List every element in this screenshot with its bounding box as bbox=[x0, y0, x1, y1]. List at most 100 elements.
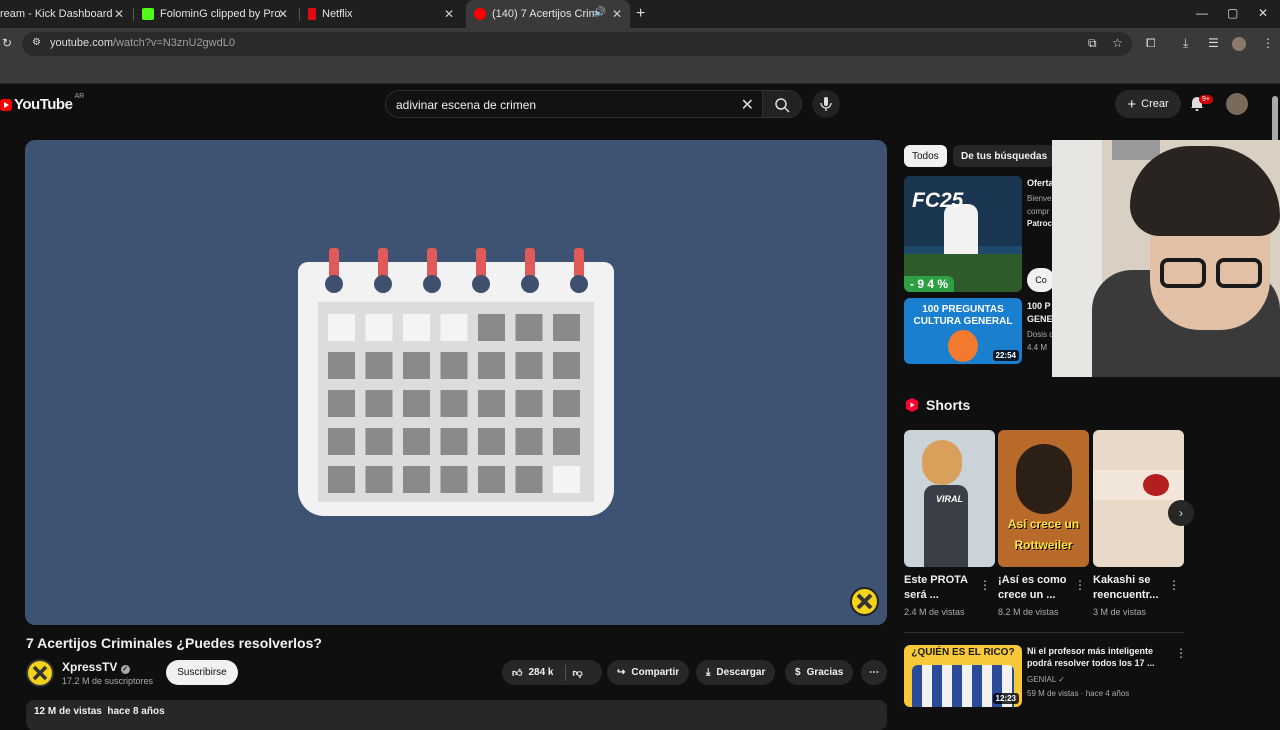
calendar-day-cell bbox=[403, 352, 430, 379]
like-button[interactable]: 👍︎ 284 k bbox=[512, 667, 553, 679]
more-icon[interactable]: ⋮ bbox=[1168, 578, 1180, 592]
more-icon: ⋯ bbox=[869, 667, 879, 678]
tab-folominG-clip[interactable]: FolominG clipped by ProfCalito ✕ bbox=[134, 0, 296, 28]
extensions-icon[interactable]: ⧠ bbox=[1146, 36, 1156, 51]
calendar-day-cell bbox=[553, 466, 580, 493]
address-bar[interactable]: ⚙ youtube.com/watch?v=N3znU2gwdL0 ⧉ ☆ bbox=[22, 32, 1132, 56]
short-views: 3 M de vistas bbox=[1093, 607, 1147, 617]
site-info-icon[interactable]: ⚙ bbox=[32, 37, 41, 48]
calendar-day-cell bbox=[365, 466, 393, 493]
menu-kebab-icon[interactable]: ⋮ bbox=[1262, 36, 1274, 50]
short-title[interactable]: Este PROTA será ... bbox=[904, 573, 976, 603]
profile-avatar[interactable] bbox=[1232, 37, 1246, 51]
character-hair bbox=[922, 440, 962, 485]
close-icon[interactable]: ✕ bbox=[278, 7, 288, 21]
maximize-icon[interactable]: ▢ bbox=[1227, 6, 1238, 20]
calendar-day-cell bbox=[440, 428, 468, 455]
calendar-day-cell bbox=[403, 390, 430, 417]
recommended-thumbnail-fc25[interactable]: FC25 - 9 4 % bbox=[904, 176, 1022, 292]
tab-youtube-active[interactable]: (140) 7 Acertijos Criminales 🔊 ✕ bbox=[466, 0, 630, 28]
short-thumbnail-3[interactable] bbox=[1093, 430, 1184, 567]
divider bbox=[565, 664, 567, 681]
install-app-icon[interactable]: ⧉ bbox=[1088, 36, 1097, 51]
glasses-left bbox=[1160, 258, 1206, 288]
recommended-views: 59 M de vistas · hace 4 años bbox=[1027, 689, 1130, 698]
recommended-title[interactable]: Oferta bbox=[1027, 177, 1054, 189]
channel-watermark-logo[interactable] bbox=[850, 587, 879, 616]
chip-todos[interactable]: Todos bbox=[904, 145, 947, 167]
more-icon[interactable]: ⋮ bbox=[1074, 578, 1086, 592]
thumbnail-overlay-text: VIRAL bbox=[936, 494, 963, 504]
account-avatar[interactable] bbox=[1226, 93, 1248, 115]
youtube-logo[interactable]: YouTube AR bbox=[0, 93, 84, 113]
close-icon[interactable]: ✕ bbox=[114, 7, 124, 21]
url-text: youtube.com/watch?v=N3znU2gwdL0 bbox=[50, 37, 235, 49]
short-thumbnail-2[interactable]: Así crece un Rottweiler bbox=[998, 430, 1089, 567]
more-icon[interactable]: ⋮ bbox=[1175, 646, 1187, 660]
download-icon: ⤓ bbox=[706, 667, 711, 678]
video-player[interactable] bbox=[25, 140, 887, 625]
verified-icon: ✓ bbox=[120, 665, 130, 674]
tab-title: (140) 7 Acertijos Criminales bbox=[492, 8, 597, 20]
character-figure bbox=[948, 330, 978, 362]
recommended-thumbnail-preguntas[interactable]: 100 PREGUNTAS CULTURA GENERAL 22:54 bbox=[904, 298, 1022, 364]
search-input[interactable]: adivinar escena de crimen ✕ bbox=[385, 90, 763, 118]
more-actions-button[interactable]: ⋯ bbox=[861, 660, 887, 685]
search-button[interactable] bbox=[762, 90, 802, 118]
channel-name[interactable]: XpressTV ✓ bbox=[62, 660, 130, 674]
subscribe-button[interactable]: Suscribirse bbox=[166, 660, 238, 685]
tab-netflix[interactable]: Netflix ✕ bbox=[300, 0, 462, 28]
dislike-button[interactable]: 👎︎ bbox=[572, 667, 582, 679]
video-title: 7 Acertijos Criminales ¿Puedes resolverl… bbox=[26, 635, 322, 651]
tab-kick-dashboard[interactable]: ream - Kick Dashboard ✕ bbox=[0, 0, 132, 28]
download-icon[interactable]: ⤓ bbox=[1183, 36, 1188, 51]
ad-cta-button[interactable]: Co bbox=[1027, 268, 1055, 292]
create-button[interactable]: + Crear bbox=[1115, 90, 1181, 118]
calendar-day-cell bbox=[403, 466, 430, 493]
speaker-icon[interactable]: 🔊 bbox=[594, 7, 606, 18]
short-title[interactable]: Kakashi se reencuentr... bbox=[1093, 573, 1165, 603]
reload-icon[interactable]: ↻ bbox=[2, 36, 12, 50]
search-query-text: adivinar escena de crimen bbox=[396, 98, 537, 112]
share-button[interactable]: ↪ Compartir bbox=[607, 660, 690, 685]
plus-icon: + bbox=[1127, 95, 1137, 113]
bookmark-star-icon[interactable]: ☆ bbox=[1112, 36, 1123, 50]
new-tab-button[interactable]: + bbox=[636, 5, 645, 23]
recommended-meta: compr bbox=[1027, 207, 1050, 216]
recommended-title[interactable]: Ni el profesor más inteligente podrá res… bbox=[1027, 645, 1167, 669]
minimize-icon[interactable]: — bbox=[1196, 6, 1208, 20]
calendar-day-cell bbox=[440, 390, 468, 417]
recommended-title[interactable]: 100 P bbox=[1027, 300, 1051, 312]
chip-de-tus-busquedas[interactable]: De tus búsquedas bbox=[953, 145, 1056, 167]
shorts-next-button[interactable]: › bbox=[1168, 500, 1194, 526]
description-box[interactable]: 12 M de vistas hace 8 años bbox=[26, 700, 887, 730]
thanks-label: Gracias bbox=[806, 667, 844, 678]
tab-title: Netflix bbox=[322, 8, 353, 20]
microphone-icon bbox=[820, 97, 832, 111]
toolbar: ↻ ⚙ youtube.com/watch?v=N3znU2gwdL0 ⧉ ☆ … bbox=[0, 28, 1280, 60]
calendar-day-cell bbox=[478, 390, 505, 417]
create-label: Crear bbox=[1141, 98, 1169, 110]
voice-search-button[interactable] bbox=[812, 90, 840, 118]
channel-avatar[interactable] bbox=[26, 659, 54, 687]
youtube-play-icon bbox=[0, 98, 12, 111]
page-scrollbar[interactable] bbox=[1272, 96, 1278, 142]
download-button[interactable]: ⤓ Descargar bbox=[696, 660, 776, 685]
close-window-icon[interactable]: ✕ bbox=[1258, 6, 1268, 20]
recommended-thumbnail-genial[interactable]: ¿QUIÉN ES EL RICO? 12:23 bbox=[904, 645, 1022, 707]
tab-title: ream - Kick Dashboard bbox=[0, 8, 113, 20]
calendar-day-cell bbox=[515, 466, 543, 493]
calendar-day-cell bbox=[365, 428, 393, 455]
short-title[interactable]: ¡Así es como crece un ... bbox=[998, 573, 1070, 603]
upload-age: hace 8 años bbox=[107, 706, 165, 717]
more-icon[interactable]: ⋮ bbox=[979, 578, 991, 592]
calendar-day-cell bbox=[478, 352, 505, 379]
close-icon[interactable]: ✕ bbox=[612, 7, 622, 21]
thanks-button[interactable]: $ Gracias bbox=[785, 660, 854, 685]
calendar-day-cell bbox=[440, 314, 468, 341]
close-icon[interactable]: ✕ bbox=[444, 7, 454, 21]
media-control-icon[interactable]: ☰ bbox=[1208, 36, 1219, 50]
short-thumbnail-1[interactable]: VIRAL bbox=[904, 430, 995, 567]
clear-search-icon[interactable]: ✕ bbox=[741, 95, 754, 115]
share-icon: ↪ bbox=[617, 667, 626, 678]
